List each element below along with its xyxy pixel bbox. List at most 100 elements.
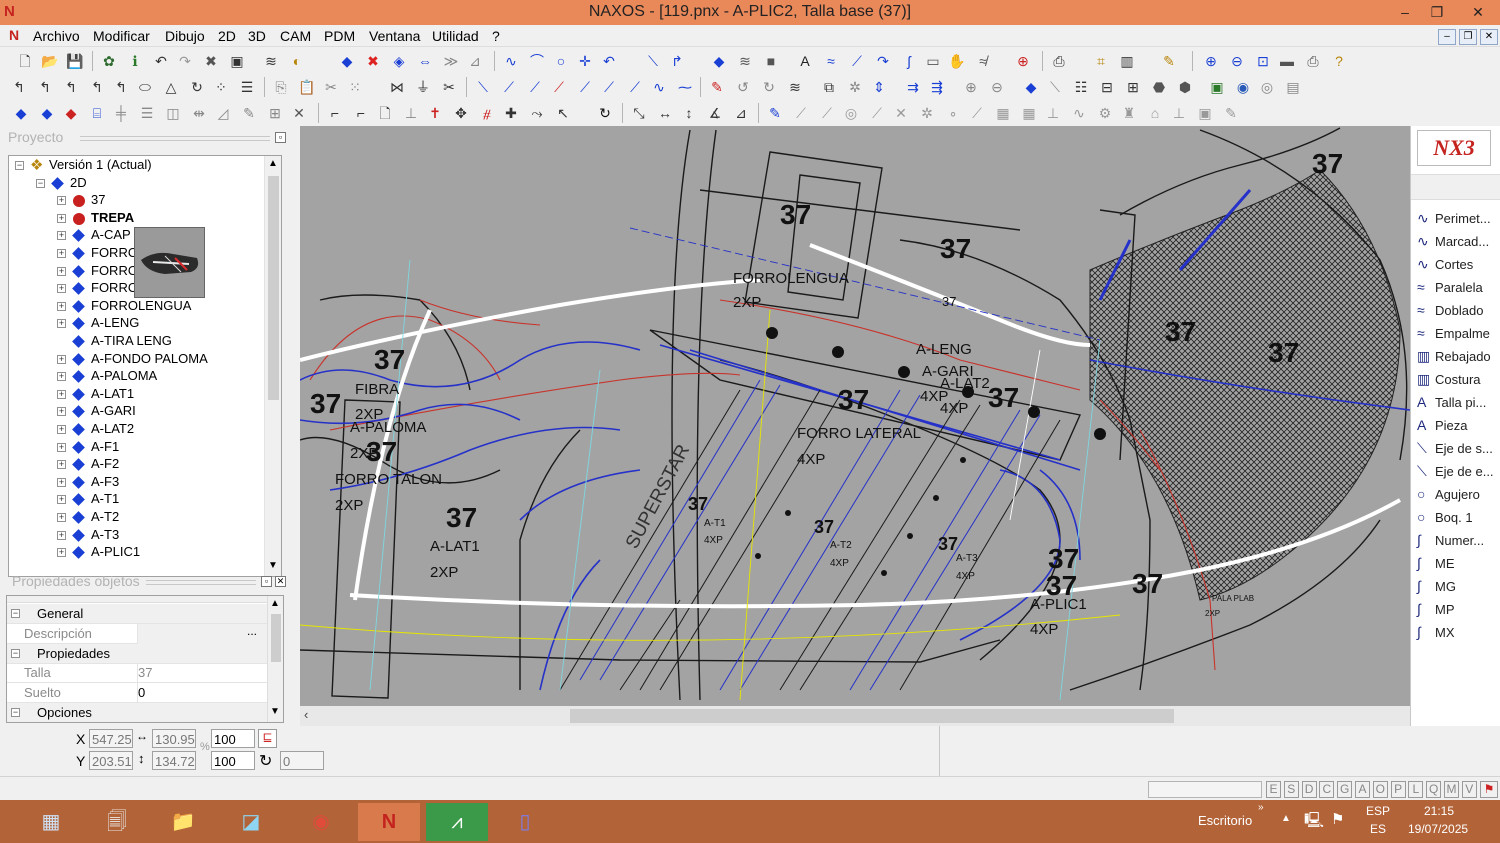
drawing-canvas[interactable]: 37 37 37 FORROLENGUA 2XP 37 37 37 A-LENG A-GARI A-… <box>300 126 1410 706</box>
corner-a-icon[interactable]: ⌐ <box>326 104 344 122</box>
expand-icon[interactable]: + <box>57 513 66 522</box>
expand-icon[interactable]: + <box>57 213 66 223</box>
notes-icon[interactable]: ◪ <box>220 803 282 841</box>
ghost-6-icon[interactable]: ✲ <box>918 104 936 122</box>
zoom-2-icon[interactable]: ⊖ <box>988 78 1006 96</box>
diamond-icon[interactable]: ◆ <box>1022 78 1040 96</box>
ghost-16-icon[interactable]: ⊥ <box>1170 104 1188 122</box>
corner-4-icon[interactable]: ↰ <box>88 78 106 96</box>
design-app-icon[interactable]: ⩘ <box>426 803 488 841</box>
chrome-icon[interactable]: ◉ <box>290 803 352 841</box>
tool-item[interactable]: ∫ ME <box>1417 555 1500 577</box>
line-tool-6-icon[interactable]: ⟋ <box>600 78 618 96</box>
tool-item[interactable]: ∫ MX <box>1417 624 1500 646</box>
nodes-2-icon[interactable]: ◆ <box>38 104 56 122</box>
ghost-10-icon[interactable]: ▦ <box>1020 104 1038 122</box>
warning-icon[interactable]: △ <box>162 78 180 96</box>
file-explorer-icon[interactable]: 📁 <box>152 803 214 841</box>
tool-item[interactable]: ▥ Rebajado <box>1417 348 1500 370</box>
split-icon[interactable]: ⇶ <box>928 78 946 96</box>
zigzag-icon[interactable]: ≉ <box>974 52 992 70</box>
list-icon[interactable]: ☰ <box>138 104 156 122</box>
status-key[interactable]: L <box>1408 781 1424 798</box>
clock-date[interactable]: 19/07/2025 <box>1408 822 1468 836</box>
window-2-icon[interactable]: ⊞ <box>1124 78 1142 96</box>
line-tool-9-icon[interactable]: ⁓ <box>676 78 694 96</box>
tree-node[interactable]: + A-F2 <box>9 456 259 473</box>
status-key[interactable]: D <box>1301 781 1317 798</box>
expand-icon[interactable]: + <box>57 548 66 558</box>
menu-archivo[interactable]: Archivo <box>33 28 80 44</box>
ruler-icon[interactable]: ▬ <box>1278 52 1296 70</box>
expand-icon[interactable]: + <box>57 249 66 258</box>
line-icon[interactable]: ⟍ <box>644 52 662 70</box>
cylinder-icon[interactable]: ⌸ <box>88 104 106 122</box>
property-row[interactable]: Talla 37 <box>7 663 269 684</box>
tree-node[interactable]: +37 <box>9 192 259 209</box>
nodes-icon[interactable]: ◆ <box>12 104 30 122</box>
offset-icon[interactable]: ⟋ <box>848 52 866 70</box>
properties-grip[interactable] <box>146 580 256 585</box>
install-app-icon[interactable]: ▯ <box>494 803 556 841</box>
ghost-5-icon[interactable]: ✕ <box>892 104 910 122</box>
ghost-18-icon[interactable]: ✎ <box>1222 104 1240 122</box>
hand-icon[interactable]: ✋ <box>948 52 966 70</box>
tree-node[interactable]: + A-PALOMA <box>9 368 259 385</box>
menu-utilidad[interactable]: Utilidad <box>432 28 479 44</box>
redo-icon[interactable]: ↷ <box>176 52 194 70</box>
tool-item[interactable]: ∿ Marcad... <box>1417 233 1500 255</box>
line-tool-4-icon[interactable]: ⟋ <box>550 78 568 96</box>
tree-node[interactable]: − ❖ Versión 1 (Actual) <box>9 157 259 174</box>
arrows-vertical-icon[interactable]: ⇕ <box>870 78 888 96</box>
ghost-1-icon[interactable]: ⟋ <box>792 104 810 122</box>
delete-icon[interactable]: ✖ <box>202 52 220 70</box>
tree-node[interactable]: − 2D <box>9 175 259 192</box>
array-icon[interactable]: ⁘ <box>212 78 230 96</box>
tree-node[interactable]: + TREPA <box>9 210 259 227</box>
new-file-icon[interactable]: 🗋 <box>16 52 34 70</box>
rotate-copy-icon[interactable]: ↻ <box>188 78 206 96</box>
page-icon[interactable]: 🗋 <box>376 104 394 122</box>
polyline-icon[interactable]: ↱ <box>668 52 686 70</box>
line-tool-3-icon[interactable]: ⟋ <box>526 78 544 96</box>
ghost-9-icon[interactable]: ▦ <box>994 104 1012 122</box>
pin-icon[interactable]: ✎ <box>708 78 726 96</box>
document-icon[interactable]: N <box>9 27 19 43</box>
arc-icon[interactable]: ⌒ <box>528 52 546 70</box>
tool-item[interactable]: ≈ Paralela <box>1417 279 1500 301</box>
zoom-icon[interactable]: ⊕ <box>962 78 980 96</box>
stretch-icon[interactable]: ≫ <box>442 52 460 70</box>
tree-node[interactable]: + A-F1 <box>9 439 259 456</box>
tool-item[interactable]: ∿ Cortes <box>1417 256 1500 278</box>
menu-3d[interactable]: 3D <box>248 28 266 44</box>
ghost-2-icon[interactable]: ⟋ <box>818 104 836 122</box>
tree-node[interactable]: + FORROLENGUA <box>9 298 259 315</box>
point-icon[interactable]: ✛ <box>576 52 594 70</box>
status-key[interactable]: G <box>1337 781 1353 798</box>
properties-icon[interactable]: ▣ <box>228 52 246 70</box>
grid-icon[interactable]: ⌗ <box>1092 52 1110 70</box>
clock-time[interactable]: 21:15 <box>1424 804 1454 818</box>
hatch-icon[interactable]: ☰ <box>238 78 256 96</box>
print-icon[interactable]: ⎙ <box>1304 52 1322 70</box>
plus-icon[interactable]: ✚ <box>502 104 520 122</box>
explode-icon[interactable]: ✲ <box>846 78 864 96</box>
tool-item[interactable]: ⟍ Eje de e... <box>1417 463 1500 485</box>
tool-icon[interactable]: ⟍ <box>1046 78 1064 96</box>
expand-icon[interactable]: + <box>57 196 66 206</box>
ghost-17-icon[interactable]: ▣ <box>1196 104 1214 122</box>
toolbar-expand-icon[interactable]: » <box>1258 802 1264 813</box>
text-icon[interactable]: A <box>796 52 814 70</box>
ghost-11-icon[interactable]: ⊥ <box>1044 104 1062 122</box>
tool-item[interactable]: ∫ MP <box>1417 601 1500 623</box>
pen-icon[interactable]: ✎ <box>1160 52 1178 70</box>
tool-item[interactable]: A Talla pi... <box>1417 394 1500 416</box>
angle-field[interactable]: 0 <box>280 751 324 770</box>
scale-x-field[interactable]: 100 <box>211 729 255 748</box>
settings-icon[interactable]: ✿ <box>100 52 118 70</box>
tree-node[interactable]: + A-T2 <box>9 509 259 526</box>
height-icon[interactable]: ↕ <box>680 104 698 122</box>
property-section[interactable]: − General <box>7 604 269 624</box>
window-icon[interactable]: ⊟ <box>1098 78 1116 96</box>
property-row[interactable]: Suelto 0 <box>7 683 269 704</box>
